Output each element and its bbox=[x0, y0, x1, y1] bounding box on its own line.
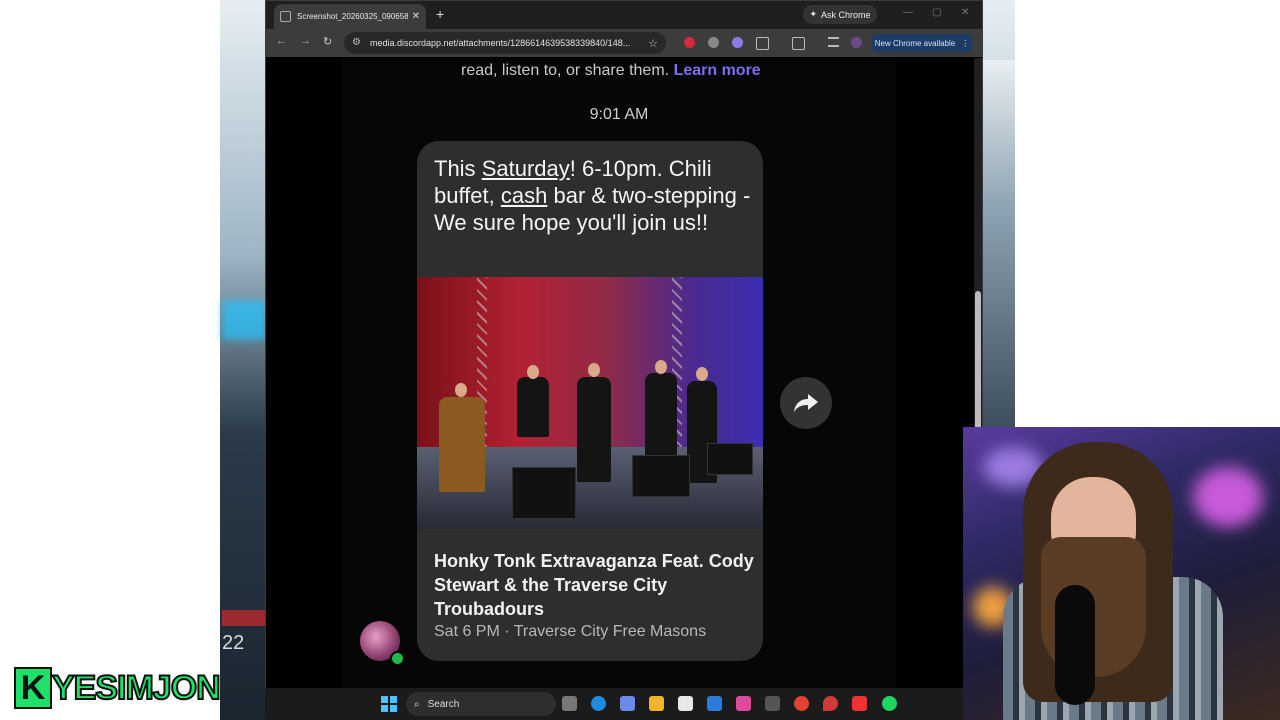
logo-k: K bbox=[14, 667, 52, 709]
tab-search-icon[interactable] bbox=[792, 37, 805, 50]
ask-chrome-button[interactable]: ✦ Ask Chrome bbox=[803, 5, 877, 24]
minimize-icon[interactable]: — bbox=[903, 7, 913, 18]
back-icon[interactable]: ← bbox=[276, 35, 287, 47]
info-line: read, listen to, or share them. Learn mo… bbox=[461, 62, 761, 80]
background-city bbox=[980, 60, 1015, 430]
app-red-icon[interactable] bbox=[852, 696, 867, 711]
forward-icon[interactable]: → bbox=[300, 35, 311, 47]
spotify-icon[interactable] bbox=[882, 696, 897, 711]
background-glow bbox=[222, 300, 266, 340]
stage-speaker bbox=[632, 455, 690, 497]
stream-logo: K YESIMJON bbox=[14, 667, 222, 709]
maximize-icon[interactable]: ▢ bbox=[932, 7, 941, 18]
extensions-puzzle-icon[interactable] bbox=[756, 37, 769, 50]
image-file-icon bbox=[280, 11, 291, 22]
background-red-strip bbox=[222, 610, 266, 626]
edge-icon[interactable] bbox=[591, 696, 606, 711]
browser-tab[interactable]: Screenshot_20260325_090658... ✕ bbox=[274, 4, 426, 29]
share-button[interactable] bbox=[780, 377, 832, 429]
file-explorer-icon[interactable] bbox=[649, 696, 664, 711]
musician-head bbox=[455, 383, 467, 397]
musician-head bbox=[655, 360, 667, 374]
obs-icon[interactable] bbox=[765, 696, 780, 711]
event-meta: Sat 6 PM · Traverse City Free Masons bbox=[434, 623, 707, 640]
store-icon[interactable] bbox=[678, 696, 693, 711]
musician-head bbox=[696, 367, 708, 381]
extension-gray-icon[interactable] bbox=[708, 37, 719, 48]
share-arrow-icon bbox=[794, 394, 818, 412]
message-link-cash[interactable]: cash bbox=[501, 183, 547, 208]
chrome-icon[interactable] bbox=[794, 696, 809, 711]
message-bubble: This Saturday! 6-10pm. Chili buffet, cas… bbox=[417, 141, 763, 661]
reload-icon[interactable]: ↻ bbox=[323, 35, 332, 48]
guitarist bbox=[577, 377, 611, 482]
message-timestamp: 9:01 AM bbox=[589, 106, 649, 123]
address-bar[interactable]: ⚙ media.discordapp.net/attachments/12866… bbox=[344, 32, 666, 54]
site-info-icon[interactable]: ⚙ bbox=[352, 38, 362, 48]
message-part: This bbox=[434, 156, 482, 181]
close-window-icon[interactable]: ✕ bbox=[961, 7, 969, 18]
background-number: 22 bbox=[222, 632, 245, 654]
browser-window: Screenshot_20260325_090658... ✕ + ✦ Ask … bbox=[265, 0, 983, 690]
stage-speaker bbox=[512, 467, 576, 519]
task-view-icon[interactable] bbox=[562, 696, 577, 711]
url-text: media.discordapp.net/attachments/1286614… bbox=[370, 38, 631, 48]
webcam-overlay bbox=[963, 427, 1280, 720]
windows-start-icon[interactable] bbox=[381, 696, 397, 712]
new-chrome-available-button[interactable]: New Chrome available ⋮ bbox=[872, 34, 972, 52]
desktop-background-right bbox=[1015, 0, 1280, 430]
profile-avatar[interactable] bbox=[851, 37, 862, 48]
browser-toolbar: ← → ↻ ⚙ media.discordapp.net/attachments… bbox=[266, 29, 982, 57]
copilot-icon[interactable] bbox=[620, 696, 635, 711]
message-link-saturday[interactable]: Saturday bbox=[482, 156, 570, 181]
taskbar: ⌕ Search bbox=[265, 688, 963, 720]
logo-name: YESIMJON bbox=[51, 668, 222, 708]
learn-more-link[interactable]: Learn more bbox=[674, 62, 761, 79]
tab-bar: Screenshot_20260325_090658... ✕ + ✦ Ask … bbox=[266, 1, 982, 29]
bookmark-star-icon[interactable]: ☆ bbox=[648, 37, 658, 50]
tab-title: Screenshot_20260325_090658... bbox=[297, 12, 408, 21]
desktop-background-left bbox=[0, 0, 220, 720]
search-icon: ⌕ bbox=[414, 698, 420, 710]
webcam-light bbox=[1193, 467, 1263, 527]
info-text: read, listen to, or share them. bbox=[461, 62, 670, 79]
sparkle-icon: ✦ bbox=[809, 9, 818, 19]
mail-icon[interactable] bbox=[707, 696, 722, 711]
online-status-dot bbox=[390, 651, 405, 666]
tab-close-icon[interactable]: ✕ bbox=[412, 11, 420, 22]
microphone bbox=[1055, 585, 1095, 705]
musician-steel-guitar bbox=[439, 397, 485, 492]
maps-pin-icon[interactable] bbox=[823, 696, 838, 711]
stage-speaker bbox=[707, 443, 753, 475]
more-menu-icon[interactable]: ⋮ bbox=[961, 39, 969, 48]
taskbar-search[interactable]: ⌕ Search bbox=[406, 692, 556, 716]
message-text: This Saturday! 6-10pm. Chili buffet, cas… bbox=[434, 155, 754, 236]
musician-head bbox=[527, 365, 539, 379]
musician-head bbox=[588, 363, 600, 377]
extension-red-icon[interactable] bbox=[684, 37, 695, 48]
extension-purple-icon[interactable] bbox=[732, 37, 743, 48]
event-photo[interactable] bbox=[417, 277, 763, 529]
reading-list-icon[interactable] bbox=[828, 37, 839, 47]
new-tab-button[interactable]: + bbox=[436, 6, 444, 22]
update-label: New Chrome available bbox=[874, 38, 956, 48]
taskbar-search-label: Search bbox=[427, 698, 460, 710]
scrollbar-thumb[interactable] bbox=[975, 291, 981, 431]
event-title[interactable]: Honky Tonk Extravaganza Feat. Cody Stewa… bbox=[434, 549, 754, 621]
drummer bbox=[517, 377, 549, 437]
slack-icon[interactable] bbox=[736, 696, 751, 711]
chat-screenshot: read, listen to, or share them. Learn mo… bbox=[342, 58, 896, 689]
ask-chrome-label: Ask Chrome bbox=[821, 9, 871, 20]
page-viewport: read, listen to, or share them. Learn mo… bbox=[266, 58, 974, 689]
